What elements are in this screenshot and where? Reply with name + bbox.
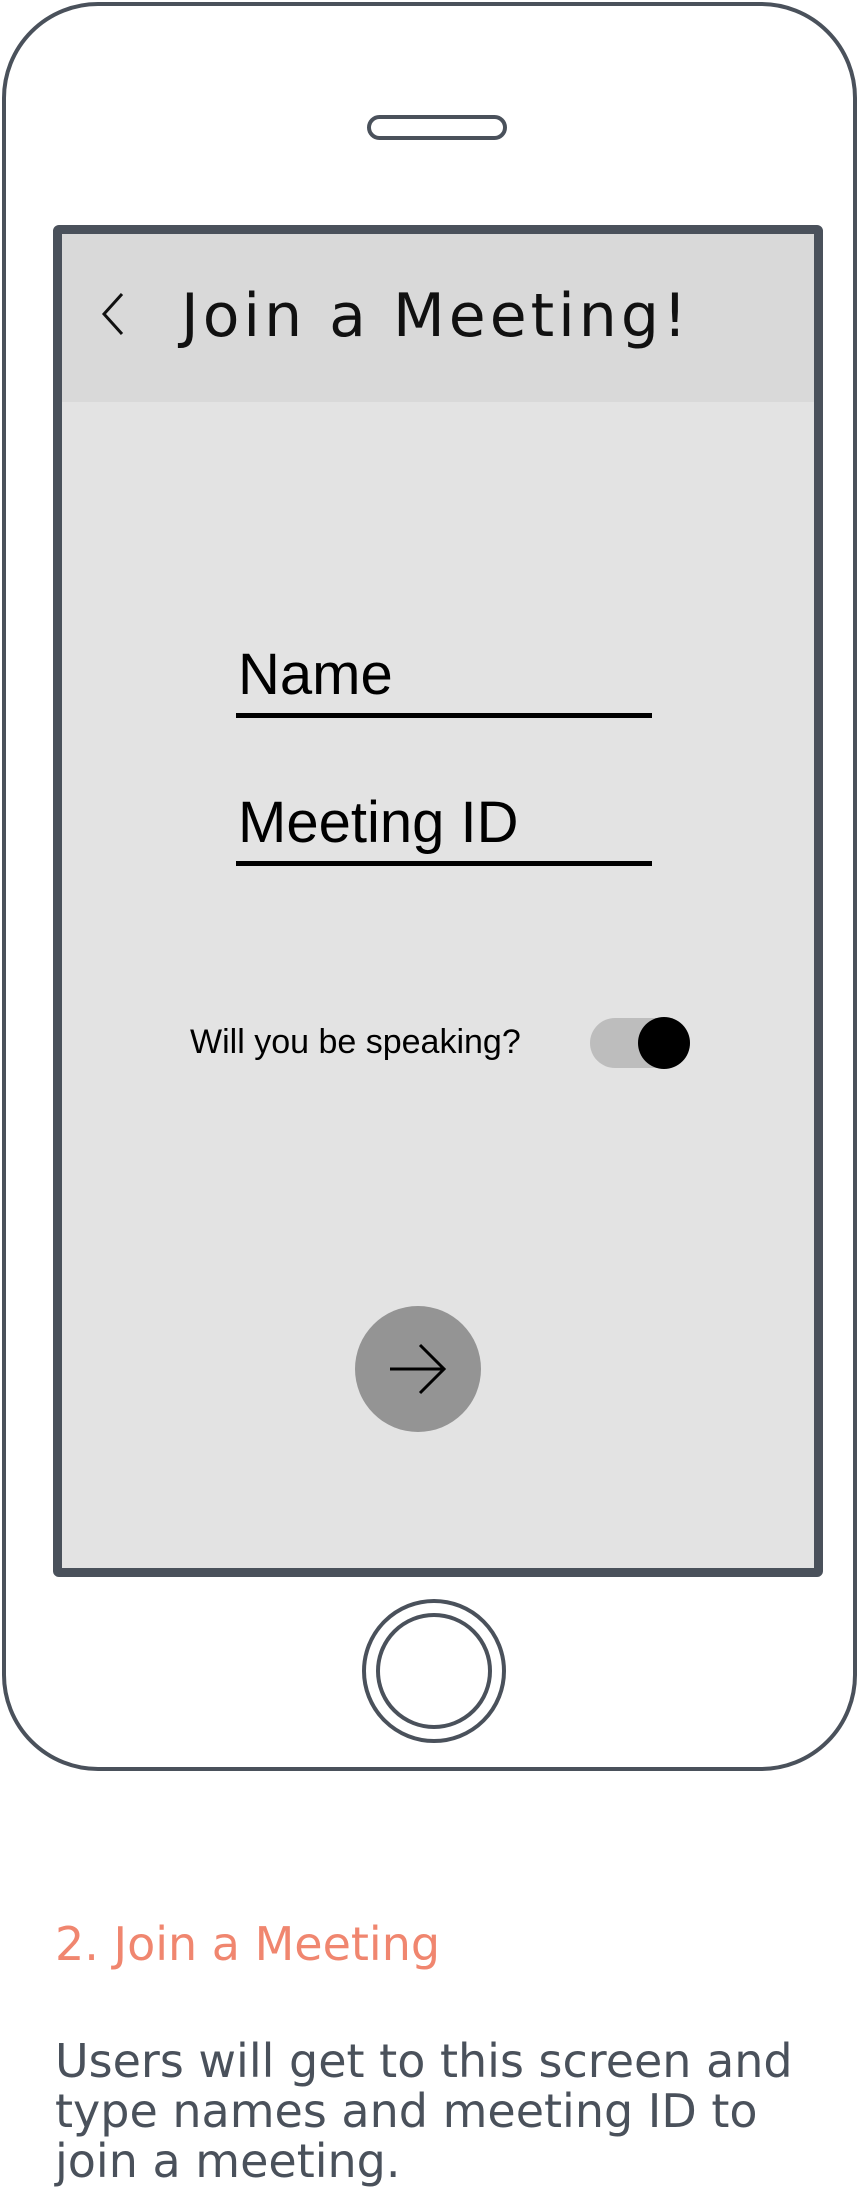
- meeting-id-input[interactable]: [236, 784, 652, 861]
- arrow-right-icon: [390, 1343, 447, 1395]
- meeting-id-field[interactable]: [236, 784, 652, 866]
- caption-title: 2. Join a Meeting: [55, 1917, 441, 1971]
- home-button-inner-ring: [376, 1613, 492, 1729]
- speaking-toggle[interactable]: [590, 1017, 690, 1069]
- caption-description: Users will get to this screen and type n…: [55, 2034, 793, 2188]
- join-next-button[interactable]: [355, 1306, 481, 1432]
- name-field[interactable]: [236, 636, 652, 718]
- chevron-left-icon: [101, 292, 124, 336]
- phone-frame: Join a Meeting! Will you be speaking?: [2, 2, 857, 1771]
- toggle-thumb[interactable]: [638, 1017, 690, 1069]
- name-input[interactable]: [236, 636, 652, 713]
- page-title: Join a Meeting!: [181, 281, 691, 351]
- app-bar: Join a Meeting!: [62, 234, 814, 402]
- phone-screen: Join a Meeting! Will you be speaking?: [53, 225, 823, 1577]
- home-button[interactable]: [362, 1599, 506, 1743]
- phone-speaker: [367, 115, 507, 140]
- speaking-toggle-label: Will you be speaking?: [190, 1023, 521, 1061]
- back-button[interactable]: [88, 284, 138, 344]
